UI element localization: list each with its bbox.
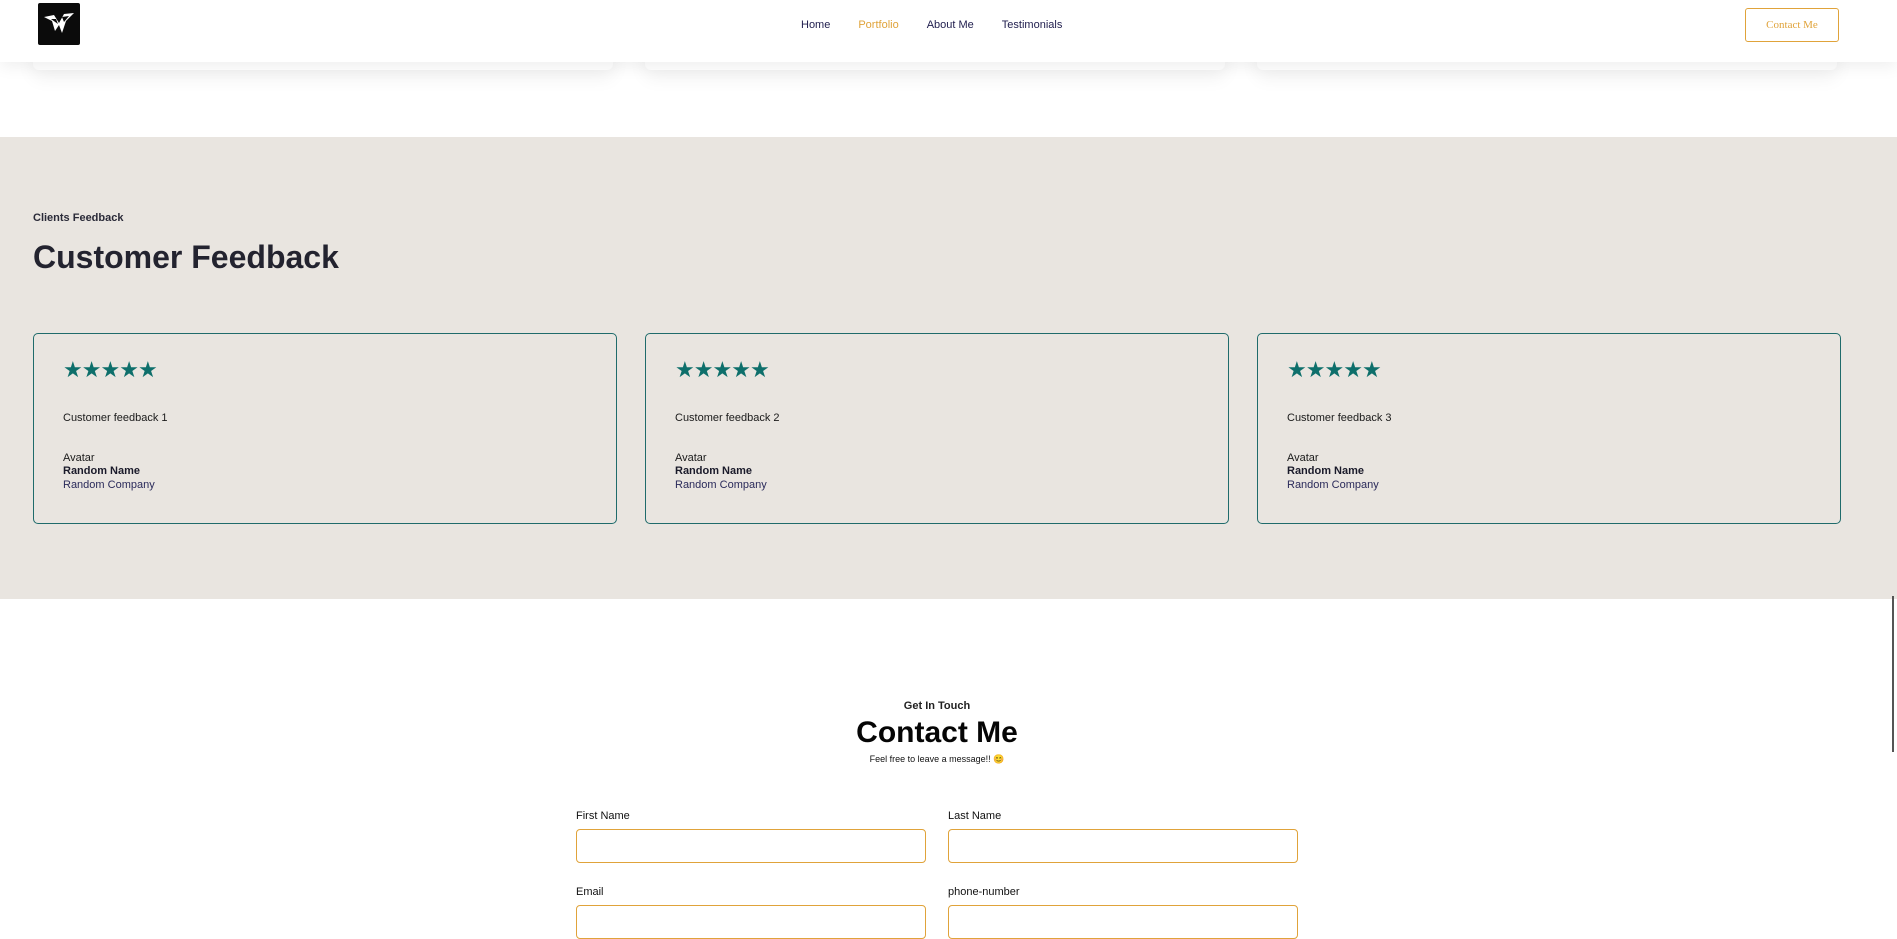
contact-me-button[interactable]: Contact Me <box>1745 8 1839 42</box>
site-header: Home Portfolio About Me Testimonials Con… <box>0 0 1897 62</box>
avatar: Avatar <box>675 452 707 464</box>
nav-portfolio[interactable]: Portfolio <box>858 19 898 31</box>
last-name-label: Last Name <box>948 810 1002 822</box>
customer-name: Random Name <box>63 465 141 477</box>
star-icon: ★ <box>1324 357 1344 382</box>
star-icon: ★ <box>693 357 714 382</box>
customer-company: Random Company <box>675 479 767 491</box>
star-icon: ★ <box>63 357 83 382</box>
last-name-input[interactable] <box>948 829 1298 863</box>
rating-stars: ★ ★ ★ ★ ★ <box>675 357 770 382</box>
phone-label: phone-number <box>948 886 1020 898</box>
feedback-text: Customer feedback 1 <box>63 412 168 424</box>
star-icon: ★ <box>1305 357 1326 382</box>
star-icon: ★ <box>100 357 120 382</box>
star-icon: ★ <box>749 357 770 382</box>
email-label: Email <box>576 886 604 898</box>
customer-name: Random Name <box>675 465 753 477</box>
customer-company: Random Company <box>63 479 155 491</box>
star-icon: ★ <box>675 357 695 382</box>
feedback-eyebrow: Clients Feedback <box>33 212 124 224</box>
rating-stars: ★ ★ ★ ★ ★ <box>1287 357 1382 382</box>
phone-input[interactable] <box>948 905 1298 939</box>
star-icon: ★ <box>712 357 732 382</box>
star-icon: ★ <box>731 357 751 382</box>
avatar: Avatar <box>1287 452 1319 464</box>
nav-home[interactable]: Home <box>801 19 830 31</box>
nav-about-me[interactable]: About Me <box>927 19 974 31</box>
feedback-card: ★ ★ ★ ★ ★ Customer feedback 3 Avatar Random … <box>1257 333 1841 524</box>
contact-eyebrow: Get In Touch <box>903 700 971 712</box>
first-name-input[interactable] <box>576 829 926 863</box>
logo[interactable] <box>38 3 80 45</box>
star-icon: ★ <box>1287 357 1307 382</box>
star-icon: ★ <box>1361 357 1382 382</box>
feedback-card: ★ ★ ★ ★ ★ Customer feedback 2 Avatar Random … <box>645 333 1229 524</box>
page-scrollbar[interactable] <box>1892 596 1894 752</box>
star-icon: ★ <box>119 357 139 382</box>
falcon-logo-icon <box>44 13 74 33</box>
feedback-card: ★ ★ ★ ★ ★ Customer feedback 1 Avatar Random … <box>33 333 617 524</box>
feedback-text: Customer feedback 3 <box>1287 412 1392 424</box>
star-icon: ★ <box>81 357 102 382</box>
rating-stars: ★ ★ ★ ★ ★ <box>63 357 158 382</box>
customer-company: Random Company <box>1287 479 1379 491</box>
feedback-title: Customer Feedback <box>33 239 339 275</box>
feedback-section: Clients Feedback Customer Feedback ★ ★ ★ ★ ★… <box>0 137 1897 599</box>
main-nav: Home Portfolio About Me Testimonials <box>801 19 1090 31</box>
nav-testimonials[interactable]: Testimonials <box>1002 19 1063 31</box>
email-input[interactable] <box>576 905 926 939</box>
contact-title: Contact Me <box>856 716 1018 749</box>
customer-name: Random Name <box>1287 465 1365 477</box>
avatar: Avatar <box>63 452 95 464</box>
star-icon: ★ <box>137 357 158 382</box>
first-name-label: First Name <box>576 810 630 822</box>
star-icon: ★ <box>1343 357 1363 382</box>
feedback-text: Customer feedback 2 <box>675 412 780 424</box>
contact-subtitle: Feel free to leave a message!! 😊 <box>869 754 1005 764</box>
